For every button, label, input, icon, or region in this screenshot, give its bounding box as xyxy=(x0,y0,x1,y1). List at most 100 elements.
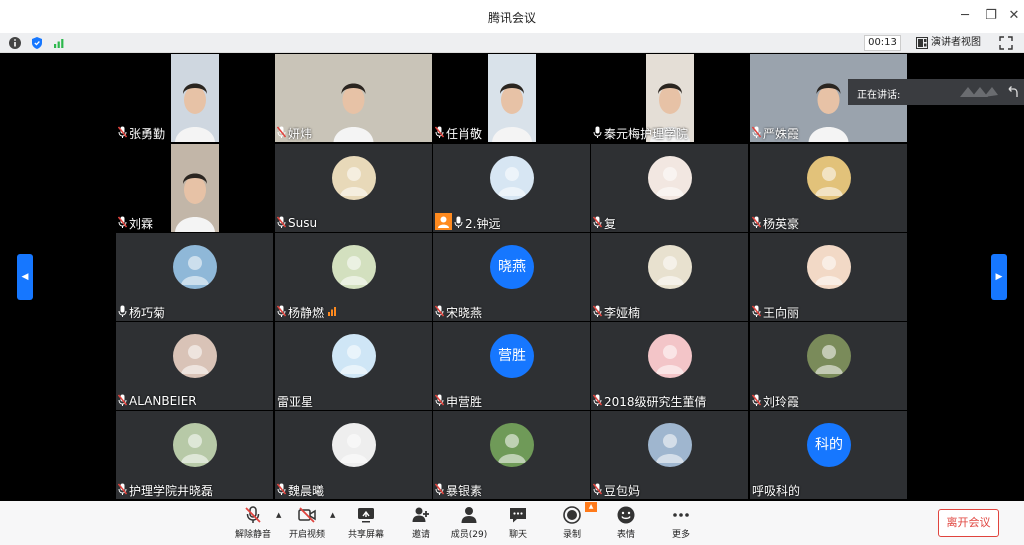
reactions-label: 表情 xyxy=(616,530,635,540)
participant-video-feed xyxy=(171,144,219,232)
security-shield-icon[interactable] xyxy=(30,36,44,50)
participant-avatar xyxy=(173,423,217,467)
participant-tile[interactable]: 魏晨曦 xyxy=(275,411,432,499)
info-icon[interactable] xyxy=(8,36,22,50)
participant-tile[interactable]: Susu xyxy=(275,144,432,232)
participant-tile[interactable]: 2.钟远 xyxy=(433,144,590,232)
participant-name: 任肖敬 xyxy=(446,126,483,141)
camera-off-icon xyxy=(298,507,316,523)
participant-avatar xyxy=(648,334,692,378)
mic-muted-icon xyxy=(277,216,286,231)
participant-name: 妍炜 xyxy=(288,126,313,141)
participant-tile[interactable]: 杨静燃 xyxy=(275,233,432,321)
participant-tile[interactable]: 暴银素 xyxy=(433,411,590,499)
mic-muted-icon xyxy=(118,126,127,141)
mic-muted-icon xyxy=(277,126,286,141)
record-icon xyxy=(563,506,581,524)
restore-button[interactable]: ❐ xyxy=(980,6,1002,26)
unmute-button[interactable]: 解除静音 xyxy=(228,505,278,540)
participant-tile[interactable]: 豆包妈 xyxy=(591,411,748,499)
participant-name-bar: 杨静燃 xyxy=(275,303,338,321)
mic-icon xyxy=(118,305,127,320)
participant-name: 雷亚星 xyxy=(277,394,314,409)
participant-name-bar: ALANBEIER xyxy=(116,392,197,410)
meeting-window: 腾讯会议 ─ ❐ ✕ 00:13 演讲者视图 张勇勤 妍炜 任肖敬 秦元梅护理学院 严姝… xyxy=(0,0,1024,545)
participant-tile[interactable]: 张勇勤 xyxy=(116,54,273,142)
share-screen-button[interactable]: 共享屏幕 xyxy=(341,505,391,540)
participant-name: 呼吸科的 xyxy=(752,483,801,498)
participant-name: Susu xyxy=(288,216,318,230)
reactions-button[interactable]: 表情 xyxy=(601,505,651,540)
participant-avatar xyxy=(807,245,851,289)
video-options-caret-icon[interactable]: ▲ xyxy=(330,511,335,519)
fullscreen-icon[interactable] xyxy=(998,35,1014,51)
participant-name-bar: 2018级研究生董倩 xyxy=(591,392,707,410)
participant-tile[interactable]: 复 xyxy=(591,144,748,232)
participant-name: 杨巧菊 xyxy=(129,305,166,320)
minimize-button[interactable]: ─ xyxy=(954,6,976,26)
participant-tile[interactable]: 科的 呼吸科的 xyxy=(750,411,907,499)
window-title: 腾讯会议 xyxy=(487,11,536,25)
participant-avatar: 晓燕 xyxy=(490,245,534,289)
more-dots-icon xyxy=(673,513,689,517)
mic-muted-icon xyxy=(118,394,127,409)
speaking-indicator-panel: 正在讲话: xyxy=(848,79,1024,105)
participant-name-bar: 任肖敬 xyxy=(433,124,482,142)
participant-tile[interactable]: 妍炜 xyxy=(275,54,432,142)
participant-tile[interactable]: 杨英豪 xyxy=(750,144,907,232)
chat-label: 聊天 xyxy=(508,530,527,540)
participant-name-bar: 2.钟远 xyxy=(433,213,500,232)
collapse-arrow-icon[interactable] xyxy=(1006,85,1018,99)
participant-tile[interactable]: 营胜 申营胜 xyxy=(433,322,590,410)
more-button[interactable]: 更多 xyxy=(656,505,706,540)
start-video-button[interactable]: 开启视频 xyxy=(282,505,332,540)
participant-name-bar: 申营胜 xyxy=(433,392,482,410)
meeting-timer: 00:13 xyxy=(864,35,901,51)
mic-muted-icon xyxy=(752,216,761,231)
network-signal-icon[interactable] xyxy=(52,36,66,50)
participant-tile[interactable]: 李娅楠 xyxy=(591,233,748,321)
participant-name: 2018级研究生董倩 xyxy=(604,394,707,409)
participant-tile[interactable]: ALANBEIER xyxy=(116,322,273,410)
participant-avatar xyxy=(490,156,534,200)
participant-name-bar: 雷亚星 xyxy=(275,392,313,410)
invite-label: 邀请 xyxy=(411,530,430,540)
audio-level-icon xyxy=(326,305,338,319)
participant-tile[interactable]: 秦元梅护理学院 xyxy=(591,54,748,142)
members-button[interactable]: 成员(29) xyxy=(444,505,494,540)
audio-options-caret-icon[interactable]: ▲ xyxy=(276,511,281,519)
mic-muted-icon xyxy=(752,394,761,409)
participant-tile[interactable]: 任肖敬 xyxy=(433,54,590,142)
chat-button[interactable]: 聊天 xyxy=(493,505,543,540)
participant-name-bar: 护理学院井晓磊 xyxy=(116,481,213,499)
participant-avatar xyxy=(648,156,692,200)
participant-video-feed xyxy=(171,54,219,142)
mic-icon xyxy=(593,126,602,141)
prev-page-button[interactable]: ◀ xyxy=(17,254,33,300)
participant-name: 复 xyxy=(604,216,617,231)
leave-meeting-button[interactable]: 离开会议 xyxy=(938,509,999,537)
participant-tile[interactable]: 刘玲霞 xyxy=(750,322,907,410)
participant-tile[interactable]: 晓燕 宋晓燕 xyxy=(433,233,590,321)
participant-name-bar: 李娅楠 xyxy=(591,303,640,321)
next-page-button[interactable]: ▶ xyxy=(991,254,1007,300)
participant-tile[interactable]: 杨巧菊 xyxy=(116,233,273,321)
participant-tile[interactable]: 雷亚星 xyxy=(275,322,432,410)
participant-avatar xyxy=(648,423,692,467)
participant-tile[interactable]: 王向丽 xyxy=(750,233,907,321)
mic-muted-icon xyxy=(593,305,602,320)
close-button[interactable]: ✕ xyxy=(1003,6,1024,26)
participant-name-bar: 呼吸科的 xyxy=(750,481,800,499)
members-label: 成员(29) xyxy=(450,530,488,540)
participant-tile[interactable]: 护理学院井晓磊 xyxy=(116,411,273,499)
participant-tile[interactable]: 2018级研究生董倩 xyxy=(591,322,748,410)
participant-name-bar: 秦元梅护理学院 xyxy=(591,124,688,142)
participant-tile[interactable]: 刘霖 xyxy=(116,144,273,232)
invite-button[interactable]: 邀请 xyxy=(396,505,446,540)
participant-name-bar: 暴银素 xyxy=(433,481,482,499)
participant-name-bar: 魏晨曦 xyxy=(275,481,324,499)
participant-avatar xyxy=(332,245,376,289)
speaker-view-toggle[interactable]: 演讲者视图 xyxy=(916,35,981,51)
participant-name: 张勇勤 xyxy=(129,126,166,141)
participant-name: 豆包妈 xyxy=(604,483,641,498)
